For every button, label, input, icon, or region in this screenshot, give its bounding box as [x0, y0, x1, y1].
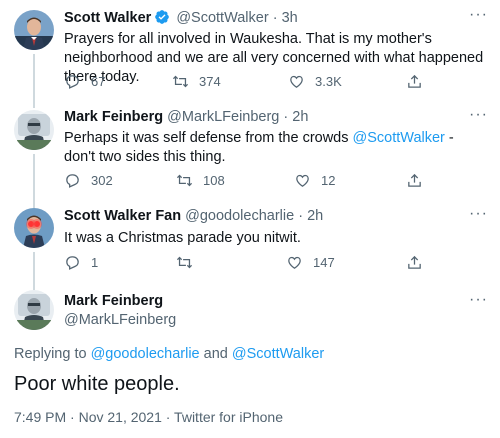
more-icon[interactable]: ···	[469, 106, 488, 124]
mention-link[interactable]: @ScottWalker	[232, 346, 324, 362]
author-handle[interactable]: @MarkLFeinberg	[64, 312, 176, 328]
replying-label: Replying to	[14, 346, 91, 362]
heart-icon	[288, 256, 301, 269]
author-handle[interactable]: @goodolecharlie	[185, 208, 294, 224]
retweet-icon	[176, 174, 193, 187]
retweet-count: 108	[203, 173, 225, 188]
mention-link[interactable]: @ScottWalker	[353, 130, 445, 146]
tweet-mark-feinberg-reply[interactable]: Mark Feinberg @MarkLFeinberg · 2h ··· Pe…	[0, 100, 500, 200]
tweet-scott-walker[interactable]: Scott Walker @ScottWalker · 3h ··· Praye…	[0, 0, 500, 100]
reply-button[interactable]: 67	[64, 73, 105, 90]
share-icon	[408, 74, 421, 88]
tweet-text: Poor white people.	[14, 373, 180, 395]
author-name[interactable]: Scott Walker	[64, 10, 151, 26]
author-name[interactable]: Mark Feinberg	[64, 293, 163, 309]
thread-line	[33, 100, 35, 108]
avatar-mark-feinberg[interactable]	[14, 290, 54, 330]
tweet-text: Perhaps it was self defense from the cro…	[64, 129, 486, 167]
avatar-mark-feinberg[interactable]	[14, 110, 54, 150]
tweet-time[interactable]: 2h	[292, 109, 308, 125]
more-icon[interactable]: ···	[469, 205, 488, 223]
share-icon	[408, 173, 421, 187]
like-count: 147	[313, 255, 335, 270]
avatar-scott-walker-fan[interactable]	[14, 208, 54, 248]
thread-line	[33, 282, 35, 290]
tweet-scott-walker-fan[interactable]: Scott Walker Fan @goodolecharlie · 2h ··…	[0, 200, 500, 282]
tweet-actions: 67 374 3.3K	[64, 73, 424, 93]
author-name[interactable]: Mark Feinberg	[64, 109, 163, 125]
reply-count: 1	[91, 255, 99, 270]
tweet-time[interactable]: 2h	[307, 208, 323, 224]
heart-icon	[290, 75, 303, 88]
author-handle[interactable]: @ScottWalker	[176, 10, 268, 26]
separator: ·	[283, 109, 289, 125]
share-button[interactable]	[406, 73, 423, 90]
tweet-actions: 302 108 12	[64, 172, 424, 192]
mention-link[interactable]: @goodolecharlie	[91, 346, 200, 362]
separator: ·	[272, 10, 278, 26]
thread-line	[33, 252, 35, 282]
like-button[interactable]: 147	[286, 254, 335, 271]
heart-icon	[296, 174, 309, 187]
more-icon[interactable]: ···	[469, 6, 488, 24]
reply-button[interactable]: 1	[64, 254, 98, 271]
replying-to: Replying to @goodolecharlie and @ScottWa…	[14, 346, 324, 362]
like-button[interactable]: 12	[294, 172, 335, 189]
like-button[interactable]: 3.3K	[288, 73, 342, 90]
focused-tweet: Mark Feinberg @MarkLFeinberg ··· Replyin…	[0, 282, 500, 438]
share-button[interactable]	[406, 254, 423, 271]
avatar-scott-walker[interactable]	[14, 10, 54, 50]
reply-icon	[66, 174, 79, 188]
reply-icon	[66, 256, 79, 270]
reply-count: 67	[91, 74, 106, 89]
like-count: 3.3K	[315, 74, 342, 89]
author-name[interactable]: Scott Walker Fan	[64, 208, 181, 224]
retweet-button[interactable]: 374	[172, 73, 221, 90]
tweet-header: Scott Walker @ScottWalker · 3h	[64, 9, 298, 29]
tweet-timestamp[interactable]: 7:49 PM · Nov 21, 2021 · Twitter for iPh…	[14, 409, 283, 425]
tweet-text: It was a Christmas parade you nitwit.	[64, 230, 301, 246]
retweet-icon	[172, 75, 189, 88]
separator: ·	[298, 208, 304, 224]
author-handle[interactable]: @MarkLFeinberg	[167, 109, 279, 125]
tweet-header: Mark Feinberg @MarkLFeinberg · 2h	[64, 109, 308, 125]
retweet-icon	[176, 256, 193, 269]
tweet-text-part: Perhaps it was self defense from the cro…	[64, 130, 353, 146]
thread-line	[33, 200, 35, 208]
retweet-button[interactable]	[176, 254, 203, 271]
tweet-actions: 1 147	[64, 254, 424, 274]
tweet-header: Scott Walker Fan @goodolecharlie · 2h	[64, 208, 323, 224]
more-icon[interactable]: ···	[469, 291, 488, 309]
replying-and: and	[199, 346, 232, 362]
share-icon	[408, 255, 421, 269]
thread-line	[33, 154, 35, 200]
thread-line	[33, 54, 35, 100]
retweet-count: 374	[199, 74, 221, 89]
retweet-button[interactable]: 108	[176, 172, 225, 189]
reply-button[interactable]: 302	[64, 172, 113, 189]
tweet-time[interactable]: 3h	[282, 10, 298, 26]
share-button[interactable]	[406, 172, 423, 189]
reply-icon	[66, 75, 79, 89]
reply-count: 302	[91, 173, 113, 188]
verified-badge-icon	[154, 9, 170, 29]
like-count: 12	[321, 173, 336, 188]
